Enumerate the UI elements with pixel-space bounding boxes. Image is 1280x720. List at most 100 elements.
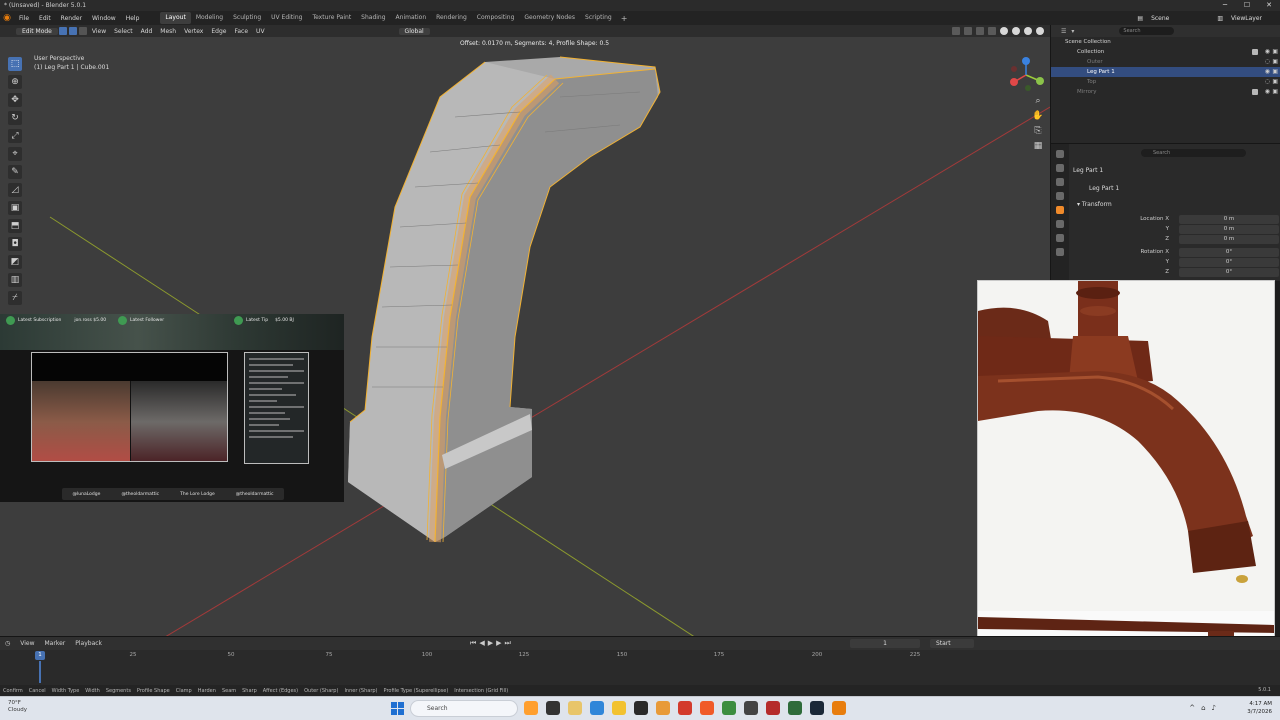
location-x-field[interactable]: Location X 0 m	[1077, 215, 1279, 224]
minimize-button[interactable]: ─	[1214, 0, 1236, 11]
annotate-icon[interactable]: ✎	[8, 165, 22, 179]
move-icon[interactable]: ✥	[8, 93, 22, 107]
brave-icon[interactable]	[700, 701, 714, 715]
blender-app-icon[interactable]	[524, 701, 538, 715]
menu-file[interactable]: File	[14, 15, 34, 22]
bevel-icon[interactable]: ◩	[8, 255, 22, 269]
filter-icon[interactable]: ▾	[1071, 28, 1074, 35]
measure-icon[interactable]: ◿	[8, 183, 22, 197]
menu-help[interactable]: Help	[121, 15, 145, 22]
mode-selector[interactable]: Edit Mode	[16, 27, 58, 35]
outliner-row-leg-part-1[interactable]: Leg Part 1 ◉ ▣	[1051, 67, 1280, 77]
viewport-menu-mesh[interactable]: Mesh	[156, 28, 180, 35]
xray-toggle-icon[interactable]	[988, 27, 996, 35]
transform-icon[interactable]: ⌖	[8, 147, 22, 161]
pan-hand-icon[interactable]: ✋	[1032, 110, 1044, 122]
object-name-field[interactable]: Leg Part 1	[1089, 185, 1119, 192]
workspace-tab-rendering[interactable]: Rendering	[431, 12, 472, 24]
vertex-select-icon[interactable]	[58, 27, 67, 35]
workspace-tab-geometry-nodes[interactable]: Geometry Nodes	[519, 12, 580, 24]
eye-icon[interactable]: ◌	[1265, 78, 1270, 85]
rotation-x-field[interactable]: Rotation X 0°	[1077, 248, 1279, 257]
opera-icon[interactable]	[678, 701, 692, 715]
render-camera-icon[interactable]: ▣	[1272, 78, 1278, 85]
menu-window[interactable]: Window	[87, 15, 121, 22]
task-view-icon[interactable]	[546, 701, 560, 715]
eye-icon[interactable]: ◉	[1265, 88, 1270, 95]
menu-render[interactable]: Render	[56, 15, 87, 22]
steam-icon[interactable]	[810, 701, 824, 715]
timeline-editor[interactable]: ◷ View Marker Playback ⏮ ◀ ▶ ▶ ⏭ 1 Start…	[0, 636, 1280, 685]
close-button[interactable]: ✕	[1258, 0, 1280, 11]
add-cube-icon[interactable]: ▣	[8, 201, 22, 215]
wireframe-shading-icon[interactable]	[1000, 27, 1008, 35]
exclude-checkbox[interactable]	[1252, 89, 1258, 95]
file-explorer-icon[interactable]	[568, 701, 582, 715]
viewport-menu-view[interactable]: View	[88, 28, 110, 35]
workspace-tab-compositing[interactable]: Compositing	[472, 12, 520, 24]
output-tab-icon[interactable]	[1056, 178, 1064, 186]
prev-keyframe-icon[interactable]: ◀	[479, 639, 484, 648]
visibility-icon[interactable]	[952, 27, 960, 35]
play-icon[interactable]: ▶	[488, 639, 493, 648]
loop-cut-icon[interactable]: ▥	[8, 273, 22, 287]
overlay-toggle-icon[interactable]	[976, 27, 984, 35]
workspace-tab-texture-paint[interactable]: Texture Paint	[307, 12, 356, 24]
select-box-icon[interactable]: ⬚	[8, 57, 22, 71]
camera-view-icon[interactable]: ⎘	[1032, 125, 1044, 137]
store-icon[interactable]	[590, 701, 604, 715]
playhead-line[interactable]	[39, 661, 41, 683]
viewport-menu-add[interactable]: Add	[137, 28, 157, 35]
terminal-icon[interactable]	[634, 701, 648, 715]
modifier-tab-icon[interactable]	[1056, 220, 1064, 228]
outliner-search-input[interactable]: Search	[1119, 27, 1175, 35]
solid-shading-icon[interactable]	[1012, 27, 1020, 35]
knife-icon[interactable]: ⌿	[8, 291, 22, 305]
volume-icon[interactable]: ♪	[1212, 704, 1216, 712]
object-tab-icon[interactable]	[1056, 206, 1064, 214]
viewport-menu-select[interactable]: Select	[110, 28, 137, 35]
scene-tab-icon[interactable]	[1056, 192, 1064, 200]
viewport-menu-uv[interactable]: UV	[252, 28, 269, 35]
tool-tab-icon[interactable]	[1056, 150, 1064, 158]
jump-end-icon[interactable]: ⏭	[504, 639, 510, 648]
clock[interactable]: 4:17 AM 3/7/2026	[1247, 700, 1272, 716]
workspace-tab-modeling[interactable]: Modeling	[191, 12, 228, 24]
rendered-shading-icon[interactable]	[1036, 27, 1044, 35]
rotation-y-field[interactable]: Y 0°	[1077, 258, 1279, 267]
material-shading-icon[interactable]	[1024, 27, 1032, 35]
transform-orientation-selector[interactable]: Global	[398, 27, 430, 35]
rotate-icon[interactable]: ↻	[8, 111, 22, 125]
location-y-field[interactable]: Y 0 m	[1077, 225, 1279, 234]
timeline-ruler[interactable]: 1 25 50 75 100 125 150 175 200 225	[0, 651, 1050, 661]
video-app-icon[interactable]	[766, 701, 780, 715]
menu-edit[interactable]: Edit	[34, 15, 56, 22]
current-frame-field[interactable]: 1	[850, 639, 920, 648]
next-keyframe-icon[interactable]: ▶	[496, 639, 501, 648]
render-camera-icon[interactable]: ▣	[1272, 58, 1278, 65]
timeline-menu-view[interactable]: View	[15, 640, 39, 647]
render-tab-icon[interactable]	[1056, 164, 1064, 172]
extrude-icon[interactable]: ⬒	[8, 219, 22, 233]
viewport-menu-vertex[interactable]: Vertex	[180, 28, 207, 35]
location-z-field[interactable]: Z 0 m	[1077, 235, 1279, 244]
view-layer-selector[interactable]: ViewLayer	[1227, 15, 1266, 22]
excel-icon[interactable]	[788, 701, 802, 715]
workspace-tab-layout[interactable]: Layout	[160, 12, 191, 24]
workspace-tab-scripting[interactable]: Scripting	[580, 12, 617, 24]
timeline-menu-marker[interactable]: Marker	[40, 640, 71, 647]
scene-selector[interactable]: Scene	[1147, 15, 1173, 22]
display-mode-icon[interactable]: ☰	[1061, 28, 1066, 35]
jump-start-icon[interactable]: ⏮	[470, 639, 476, 648]
workspace-tab-animation[interactable]: Animation	[391, 12, 432, 24]
maximize-button[interactable]: ☐	[1236, 0, 1258, 11]
network-icon[interactable]: ⌂	[1201, 704, 1205, 712]
chrome-icon[interactable]	[722, 701, 736, 715]
transform-section-header[interactable]: ▾ Transform	[1077, 201, 1112, 208]
add-workspace-button[interactable]: +	[617, 14, 632, 23]
cursor-icon[interactable]: ⊕	[8, 75, 22, 89]
taskbar-search-input[interactable]: Search	[410, 700, 518, 717]
exclude-checkbox[interactable]	[1252, 49, 1258, 55]
navigation-gizmo[interactable]	[1006, 55, 1046, 95]
editor-type-icon[interactable]: ◷	[0, 640, 15, 647]
